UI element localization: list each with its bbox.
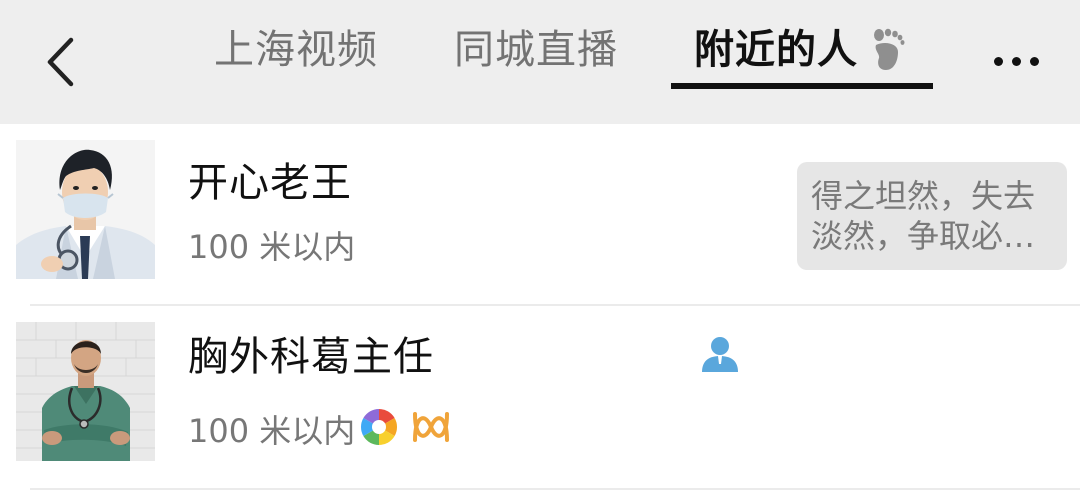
avatar[interactable] <box>16 322 155 461</box>
more-dot <box>993 56 1003 66</box>
person-name: 开心老王 <box>188 160 352 206</box>
divider <box>30 488 1080 490</box>
tab-city-live[interactable]: 同城直播 <box>454 20 618 80</box>
distance-label: 100 米以内 <box>188 412 356 450</box>
tab-shanghai-video[interactable]: 上海视频 <box>214 20 378 80</box>
more-dot <box>1029 56 1039 66</box>
footprint-icon <box>874 28 905 70</box>
more-dot <box>1011 56 1021 66</box>
doctor-photo-avatar <box>16 322 155 461</box>
more-button[interactable] <box>980 36 1052 86</box>
signature-line: 淡然，争取必… <box>811 217 1036 255</box>
list-item[interactable]: 开心老王 100 米以内 得之坦然，失去 淡然，争取必… <box>0 124 1080 306</box>
wave-icon <box>413 412 449 442</box>
active-tab-indicator <box>671 83 933 89</box>
avatar[interactable] <box>16 140 155 279</box>
camera-aperture-icon <box>360 409 398 445</box>
person-icon <box>702 337 738 372</box>
chevron-left-icon <box>47 37 74 87</box>
tab-nearby-people[interactable]: 附近的人 <box>694 20 858 80</box>
doctor-illustration-avatar <box>16 140 155 279</box>
person-name: 胸外科葛主任 <box>188 334 434 380</box>
distance-label: 100 米以内 <box>188 228 356 266</box>
back-button[interactable] <box>30 28 90 96</box>
list-item[interactable]: 胸外科葛主任 100 米以内 <box>0 306 1080 490</box>
top-navigation-bar: 上海视频 同城直播 附近的人 <box>0 0 1080 124</box>
signature-bubble: 得之坦然，失去 淡然，争取必… <box>797 162 1067 270</box>
signature-line: 得之坦然，失去 <box>811 177 1036 215</box>
